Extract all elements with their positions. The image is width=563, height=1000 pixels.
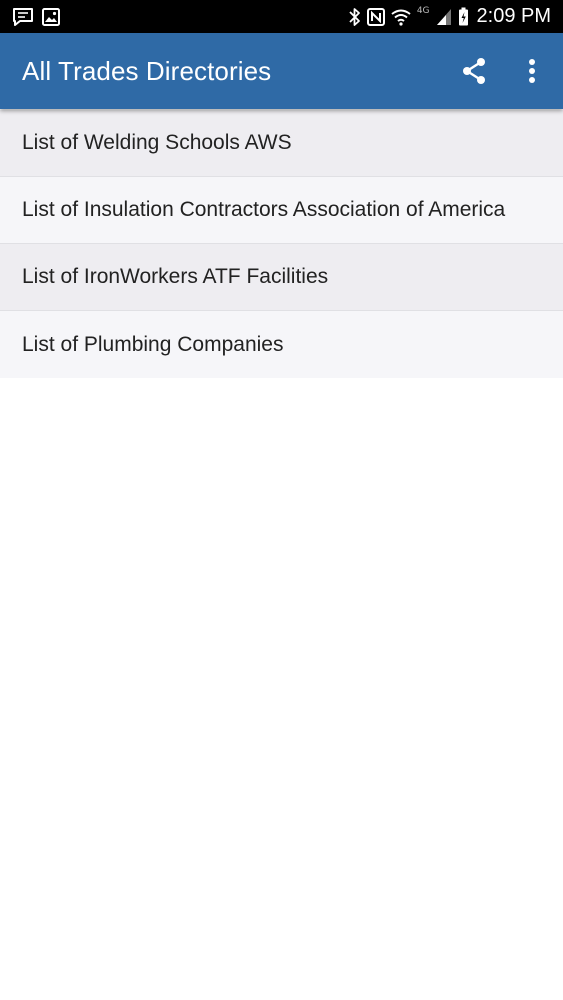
nfc-icon [366,7,385,26]
directory-list: List of Welding Schools AWS List of Insu… [0,110,563,378]
list-item[interactable]: List of Welding Schools AWS [0,110,563,177]
status-left [12,7,60,27]
more-vert-icon [529,59,535,83]
status-time: 2:09 PM [476,5,551,27]
status-bar: 4G 2:09 PM [0,0,563,33]
bluetooth-icon [348,7,361,27]
list-item[interactable]: List of IronWorkers ATF Facilities [0,244,563,311]
wifi-icon [391,8,411,26]
message-icon [12,7,34,27]
status-right: 4G 2:09 PM [348,5,551,28]
list-item-label: List of Insulation Contractors Associati… [22,198,506,221]
list-item[interactable]: List of Plumbing Companies [0,311,563,378]
signal-icon [436,8,452,26]
list-item[interactable]: List of Insulation Contractors Associati… [0,177,563,244]
list-item-label: List of Welding Schools AWS [22,131,292,154]
battery-icon [458,7,469,26]
list-item-label: List of IronWorkers ATF Facilities [22,265,329,288]
more-options-button[interactable] [508,47,556,95]
app-bar: All Trades Directories [0,33,563,109]
image-icon [42,7,60,26]
network-type-label: 4G [416,5,430,16]
share-icon [463,58,485,84]
list-item-label: List of Plumbing Companies [22,332,284,356]
page-title: All Trades Directories [22,55,272,86]
share-button[interactable] [450,47,498,95]
